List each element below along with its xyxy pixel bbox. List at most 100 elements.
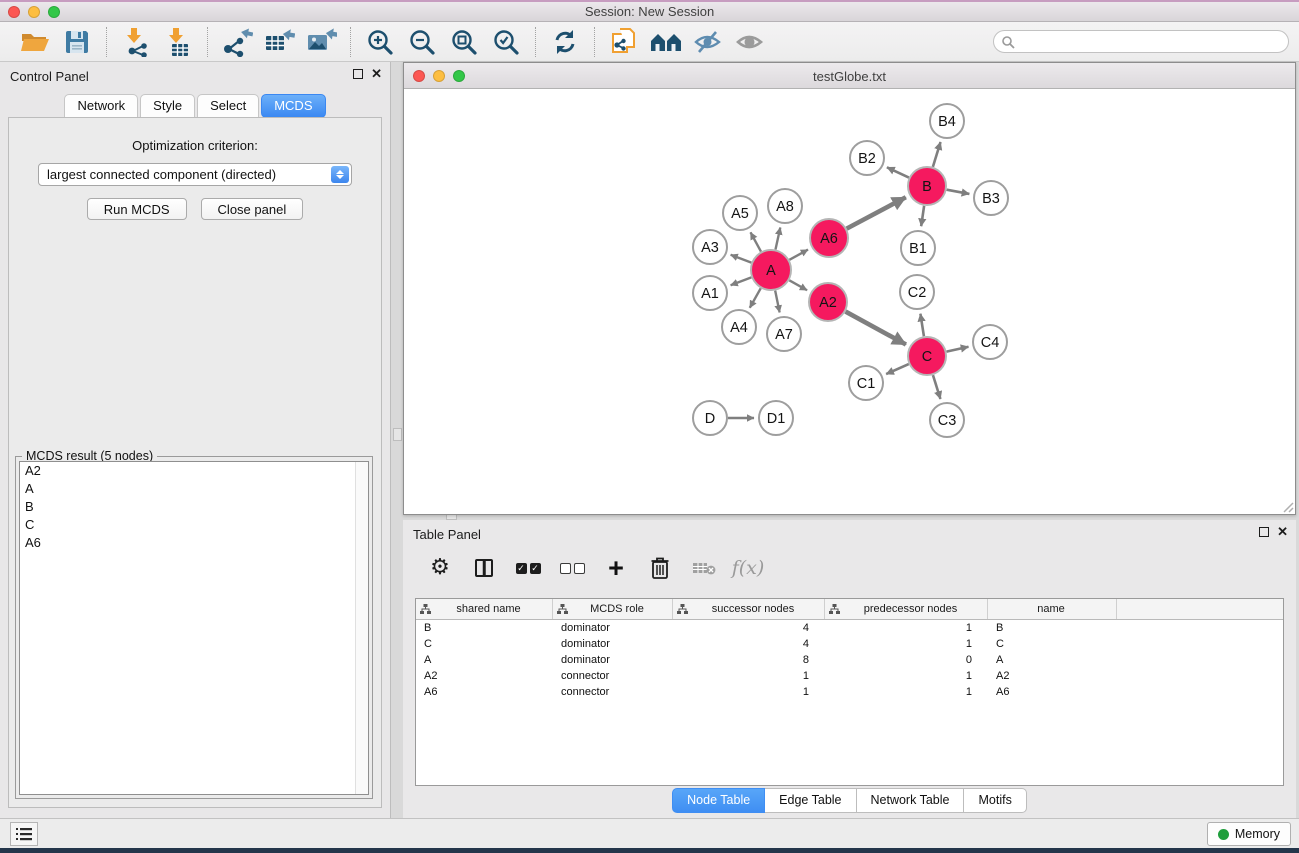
edge-A-A1[interactable]	[731, 277, 752, 285]
graph-node-A3[interactable]: A3	[693, 230, 727, 264]
close-panel-icon[interactable]: ✕	[371, 69, 382, 79]
edge-A6-B[interactable]	[847, 197, 906, 228]
float-panel-icon[interactable]	[353, 69, 363, 79]
list-item[interactable]: A2	[20, 462, 368, 480]
list-item[interactable]: B	[20, 498, 368, 516]
tab-select[interactable]: Select	[197, 94, 259, 118]
table-row[interactable]: Cdominator41C	[416, 636, 1283, 652]
graph-node-A4[interactable]: A4	[722, 310, 756, 344]
refresh-button[interactable]	[544, 25, 586, 59]
node-table[interactable]: shared nameMCDS rolesuccessor nodesprede…	[415, 598, 1284, 786]
list-item[interactable]: C	[20, 516, 368, 534]
tab-network-table[interactable]: Network Table	[857, 788, 965, 813]
close-panel-button[interactable]: Close panel	[201, 198, 304, 220]
clone-network-button[interactable]	[603, 25, 645, 59]
edge-C-C3[interactable]	[933, 375, 940, 399]
list-item[interactable]: A6	[20, 534, 368, 552]
graph-node-B3[interactable]: B3	[974, 181, 1008, 215]
edge-A-A4[interactable]	[750, 288, 761, 308]
first-neighbors-button[interactable]	[645, 25, 687, 59]
vertical-splitter-grip[interactable]	[393, 428, 402, 441]
table-row[interactable]: Adominator80A	[416, 652, 1283, 668]
show-columns-button[interactable]	[467, 552, 501, 584]
column-header-predecessor-nodes[interactable]: predecessor nodes	[825, 599, 988, 619]
list-scrollbar[interactable]	[355, 462, 368, 794]
edge-A-A2[interactable]	[789, 280, 807, 290]
list-item[interactable]: A	[20, 480, 368, 498]
tab-edge-table[interactable]: Edge Table	[765, 788, 856, 813]
edge-B-B1[interactable]	[921, 206, 924, 226]
graph-node-C4[interactable]: C4	[973, 325, 1007, 359]
column-header-successor-nodes[interactable]: successor nodes	[673, 599, 825, 619]
deselect-all-button[interactable]	[555, 552, 589, 584]
export-table-button[interactable]	[258, 25, 300, 59]
graph-node-A2[interactable]: A2	[809, 283, 847, 321]
tab-mcds[interactable]: MCDS	[261, 94, 325, 118]
graph-node-B[interactable]: B	[908, 167, 946, 205]
search-input[interactable]	[993, 30, 1289, 53]
edge-B-B3[interactable]	[947, 190, 970, 194]
export-network-button[interactable]	[216, 25, 258, 59]
zoom-fit-button[interactable]	[443, 25, 485, 59]
import-network-button[interactable]	[115, 25, 157, 59]
graph-node-B4[interactable]: B4	[930, 104, 964, 138]
table-row[interactable]: A6connector11A6	[416, 684, 1283, 700]
graph-node-C1[interactable]: C1	[849, 366, 883, 400]
graph-node-D[interactable]: D	[693, 401, 727, 435]
zoom-in-button[interactable]	[359, 25, 401, 59]
close-panel-icon[interactable]: ✕	[1277, 527, 1288, 537]
graph-node-A[interactable]: A	[751, 250, 791, 290]
export-image-button[interactable]	[300, 25, 342, 59]
zoom-selected-button[interactable]	[485, 25, 527, 59]
edge-C-C2[interactable]	[920, 314, 924, 337]
resize-grip-icon[interactable]	[1280, 499, 1294, 513]
import-table-button[interactable]	[157, 25, 199, 59]
graph-node-A5[interactable]: A5	[723, 196, 757, 230]
edge-B-B2[interactable]	[887, 167, 909, 177]
graph-node-A1[interactable]: A1	[693, 276, 727, 310]
edge-A-A5[interactable]	[751, 232, 761, 251]
table-row[interactable]: Bdominator41B	[416, 620, 1283, 636]
edge-A-A7[interactable]	[775, 291, 779, 313]
edge-A-A8[interactable]	[775, 227, 780, 249]
run-mcds-button[interactable]: Run MCDS	[87, 198, 187, 220]
column-header-MCDS-role[interactable]: MCDS role	[553, 599, 673, 619]
graph-node-D1[interactable]: D1	[759, 401, 793, 435]
show-all-button[interactable]	[729, 25, 771, 59]
delete-button[interactable]	[643, 552, 677, 584]
edge-C-C1[interactable]	[886, 364, 909, 374]
graph-node-B2[interactable]: B2	[850, 141, 884, 175]
tab-motifs[interactable]: Motifs	[964, 788, 1026, 813]
zoom-out-button[interactable]	[401, 25, 443, 59]
panel-list-button[interactable]	[10, 822, 38, 846]
network-graph[interactable]: B4 B2 B B3 A8 A5 A6 A3 B1 A A1 C2 A2 A4 A7 C4 C C1 C3 D D1	[404, 89, 1295, 514]
edge-B-B4[interactable]	[933, 142, 941, 167]
edge-A-A6[interactable]	[789, 250, 808, 260]
column-header-name[interactable]: name	[988, 599, 1117, 619]
float-panel-icon[interactable]	[1259, 527, 1269, 537]
graph-node-B1[interactable]: B1	[901, 231, 935, 265]
table-row[interactable]: A2connector11A2	[416, 668, 1283, 684]
select-all-button[interactable]: ✓✓	[511, 552, 545, 584]
edge-A-A3[interactable]	[731, 255, 752, 263]
open-session-button[interactable]	[14, 25, 56, 59]
edge-C-C4[interactable]	[947, 347, 969, 352]
graph-node-C[interactable]: C	[908, 337, 946, 375]
graph-node-A6[interactable]: A6	[810, 219, 848, 257]
mcds-result-list[interactable]: A2ABCA6	[19, 461, 369, 795]
tab-style[interactable]: Style	[140, 94, 195, 118]
tab-network[interactable]: Network	[64, 94, 138, 118]
graph-node-C3[interactable]: C3	[930, 403, 964, 437]
hide-selected-button[interactable]	[687, 25, 729, 59]
network-canvas[interactable]: B4 B2 B B3 A8 A5 A6 A3 B1 A A1 C2 A2 A4 A7 C4 C C1 C3 D D1	[404, 89, 1295, 514]
tab-node-table[interactable]: Node Table	[672, 788, 765, 813]
add-row-button[interactable]: +	[599, 552, 633, 584]
table-settings-button[interactable]: ⚙	[423, 552, 457, 584]
optimization-criterion-select[interactable]: largest connected component (directed)	[38, 163, 352, 186]
graph-node-A7[interactable]: A7	[767, 317, 801, 351]
edge-A2-C[interactable]	[846, 312, 906, 345]
graph-node-A8[interactable]: A8	[768, 189, 802, 223]
memory-button[interactable]: Memory	[1207, 822, 1291, 846]
save-session-button[interactable]	[56, 25, 98, 59]
graph-node-C2[interactable]: C2	[900, 275, 934, 309]
